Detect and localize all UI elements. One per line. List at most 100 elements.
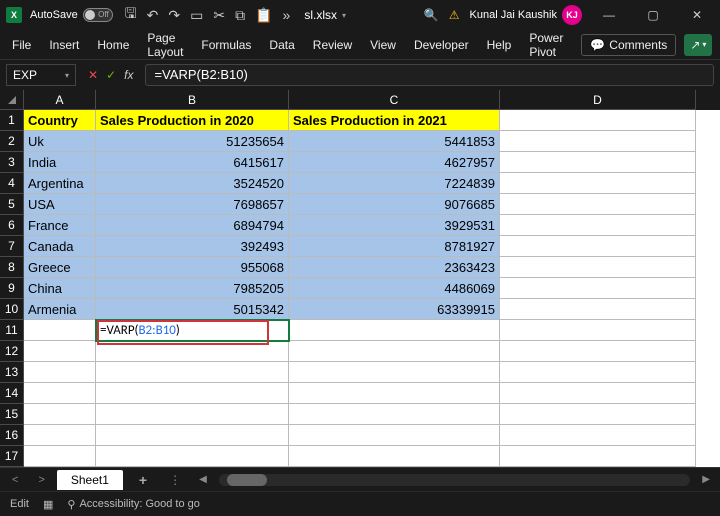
search-icon[interactable]: 🔍 bbox=[424, 8, 439, 22]
cell[interactable] bbox=[500, 341, 696, 362]
cell[interactable]: France bbox=[24, 215, 96, 236]
row-header[interactable]: 10 bbox=[0, 299, 24, 320]
cancel-icon[interactable]: ✕ bbox=[88, 68, 98, 82]
cell[interactable]: 3524520 bbox=[96, 173, 289, 194]
autosave-toggle[interactable]: AutoSave Off bbox=[30, 8, 113, 22]
scrollbar-thumb[interactable] bbox=[227, 474, 267, 486]
tab-developer[interactable]: Developer bbox=[414, 38, 469, 52]
redo-icon[interactable]: ↷ bbox=[168, 7, 180, 24]
cell[interactable]: Canada bbox=[24, 236, 96, 257]
sheet-options-icon[interactable]: ⋮ bbox=[159, 473, 191, 487]
cut-icon[interactable]: ✂ bbox=[213, 7, 225, 24]
cell[interactable]: 6415617 bbox=[96, 152, 289, 173]
cell[interactable] bbox=[500, 425, 696, 446]
tab-page-layout[interactable]: Page Layout bbox=[147, 31, 183, 59]
col-header-a[interactable]: A bbox=[24, 90, 96, 110]
cell[interactable] bbox=[500, 152, 696, 173]
cell[interactable] bbox=[500, 383, 696, 404]
cell[interactable]: China bbox=[24, 278, 96, 299]
tab-data[interactable]: Data bbox=[269, 38, 294, 52]
cell[interactable] bbox=[24, 446, 96, 467]
cell[interactable] bbox=[289, 446, 500, 467]
cell[interactable] bbox=[500, 299, 696, 320]
name-box[interactable]: EXP▾ bbox=[6, 64, 76, 86]
minimize-button[interactable]: — bbox=[592, 8, 626, 22]
cell[interactable]: 9076685 bbox=[289, 194, 500, 215]
cell[interactable]: 7698657 bbox=[96, 194, 289, 215]
cell[interactable]: Sales Production in 2021 bbox=[289, 110, 500, 131]
share-button[interactable]: ↗▾ bbox=[684, 34, 712, 56]
row-header[interactable]: 11 bbox=[0, 320, 24, 341]
add-sheet-button[interactable]: + bbox=[127, 472, 159, 488]
row-header[interactable]: 6 bbox=[0, 215, 24, 236]
enter-icon[interactable]: ✓ bbox=[106, 68, 116, 82]
cell[interactable]: Greece bbox=[24, 257, 96, 278]
scroll-left-button[interactable]: ◀ bbox=[193, 474, 213, 485]
file-title[interactable]: sl.xlsx ▾ bbox=[304, 8, 346, 22]
cell[interactable]: India bbox=[24, 152, 96, 173]
cell[interactable] bbox=[500, 278, 696, 299]
cell[interactable]: 7985205 bbox=[96, 278, 289, 299]
row-header[interactable]: 2 bbox=[0, 131, 24, 152]
cell[interactable] bbox=[500, 446, 696, 467]
cell[interactable]: 2363423 bbox=[289, 257, 500, 278]
row-header[interactable]: 8 bbox=[0, 257, 24, 278]
select-all-corner[interactable] bbox=[0, 90, 24, 110]
accessibility-status[interactable]: ⚲Accessibility: Good to go bbox=[67, 498, 200, 511]
fx-icon[interactable]: fx bbox=[124, 68, 133, 82]
cell[interactable]: Argentina bbox=[24, 173, 96, 194]
paste-icon[interactable]: 📋 bbox=[255, 7, 272, 24]
cell[interactable] bbox=[289, 425, 500, 446]
row-header[interactable]: 16 bbox=[0, 425, 24, 446]
cell[interactable] bbox=[289, 362, 500, 383]
undo-icon[interactable]: ↶ bbox=[147, 7, 159, 24]
cell[interactable] bbox=[289, 341, 500, 362]
copy-icon[interactable]: ⧉ bbox=[235, 7, 245, 24]
cell[interactable] bbox=[96, 383, 289, 404]
cell[interactable] bbox=[24, 341, 96, 362]
touch-icon[interactable]: ▭ bbox=[190, 7, 203, 24]
cell[interactable] bbox=[289, 320, 500, 341]
toggle-switch[interactable]: Off bbox=[83, 8, 113, 22]
cell[interactable]: 4486069 bbox=[289, 278, 500, 299]
tab-review[interactable]: Review bbox=[313, 38, 352, 52]
row-header[interactable]: 14 bbox=[0, 383, 24, 404]
cell[interactable]: Uk bbox=[24, 131, 96, 152]
cell[interactable]: Sales Production in 2020 bbox=[96, 110, 289, 131]
sheet-tab[interactable]: Sheet1 bbox=[57, 470, 123, 490]
cell[interactable] bbox=[96, 446, 289, 467]
cell[interactable]: 6894794 bbox=[96, 215, 289, 236]
cell[interactable] bbox=[500, 131, 696, 152]
formula-input[interactable]: =VARP(B2:B10) bbox=[145, 64, 714, 86]
cell[interactable]: 4627957 bbox=[289, 152, 500, 173]
close-button[interactable]: ✕ bbox=[680, 8, 714, 22]
tab-insert[interactable]: Insert bbox=[49, 38, 79, 52]
warning-icon[interactable]: ⚠ bbox=[449, 8, 460, 22]
row-header[interactable]: 9 bbox=[0, 278, 24, 299]
cell[interactable] bbox=[500, 320, 696, 341]
cell[interactable] bbox=[96, 404, 289, 425]
col-header-c[interactable]: C bbox=[289, 90, 500, 110]
cell[interactable] bbox=[289, 383, 500, 404]
cell[interactable] bbox=[500, 173, 696, 194]
cell[interactable]: 7224839 bbox=[289, 173, 500, 194]
cell[interactable]: 8781927 bbox=[289, 236, 500, 257]
cell[interactable]: 955068 bbox=[96, 257, 289, 278]
cell[interactable] bbox=[500, 215, 696, 236]
row-header[interactable]: 13 bbox=[0, 362, 24, 383]
horizontal-scrollbar[interactable] bbox=[219, 474, 690, 486]
tab-file[interactable]: File bbox=[12, 38, 31, 52]
cell[interactable] bbox=[500, 257, 696, 278]
cell[interactable]: 51235654 bbox=[96, 131, 289, 152]
cell[interactable] bbox=[500, 194, 696, 215]
cell[interactable]: 3929531 bbox=[289, 215, 500, 236]
cell[interactable]: 5441853 bbox=[289, 131, 500, 152]
active-cell[interactable]: =VARP(B2:B10) bbox=[96, 320, 289, 341]
cell[interactable] bbox=[24, 425, 96, 446]
cell[interactable] bbox=[96, 341, 289, 362]
tab-power-pivot[interactable]: Power Pivot bbox=[529, 31, 563, 59]
cell[interactable] bbox=[289, 404, 500, 425]
row-header[interactable]: 15 bbox=[0, 404, 24, 425]
cell[interactable]: Armenia bbox=[24, 299, 96, 320]
tab-home[interactable]: Home bbox=[97, 38, 129, 52]
